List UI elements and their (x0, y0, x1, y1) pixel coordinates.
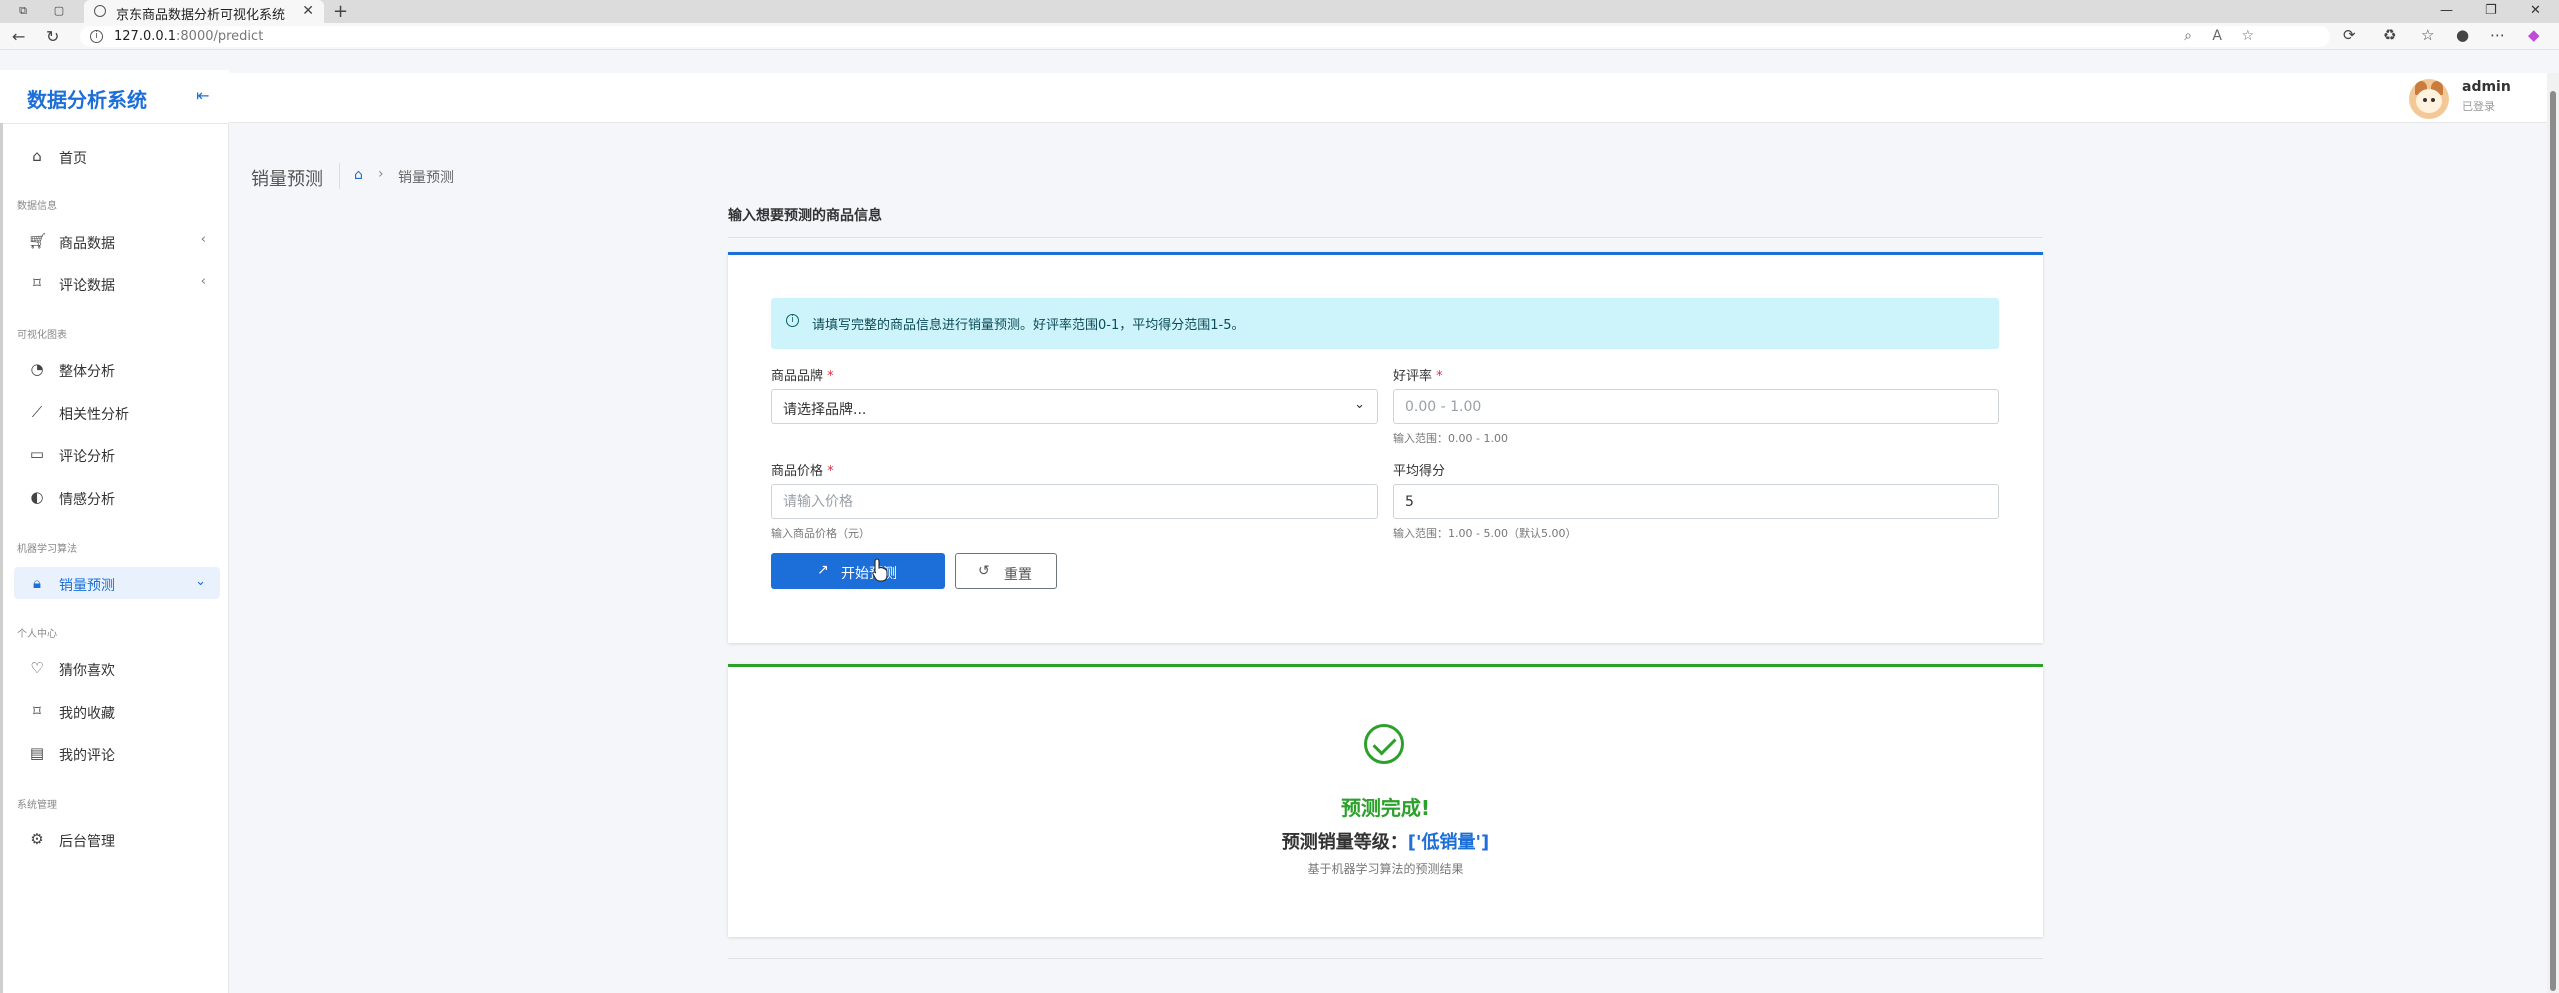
form-heading: 输入想要预测的商品信息 (728, 208, 882, 224)
brand-select[interactable]: 请选择品牌... ⌄ (771, 389, 1378, 424)
price-hint: 输入商品价格（元） (771, 527, 870, 540)
bookmark-icon: ⌑ (33, 274, 41, 292)
tab-actions-icon[interactable]: ▢ (52, 4, 66, 18)
chevron-down-icon: ⌄ (195, 574, 206, 589)
sidebar-item-product-data[interactable]: 🛒︎ 商品数据 ‹ (14, 225, 220, 257)
avatar[interactable] (2409, 79, 2449, 119)
chevron-down-icon: ⌄ (1354, 397, 1365, 412)
section-data-info: 数据信息 (17, 201, 57, 212)
workspaces-icon[interactable]: ⧉ (16, 4, 30, 18)
profile-cat-icon[interactable]: ● (2456, 26, 2469, 44)
close-tab-icon[interactable]: ✕ (302, 3, 314, 19)
section-personal: 个人中心 (17, 629, 57, 640)
price-label: 商品价格 * (771, 464, 834, 479)
page-title: 销量预测 (251, 169, 323, 190)
info-alert: i 请填写完整的商品信息进行销量预测。好评率范围0-1，平均得分范围1-5。 (771, 298, 1999, 349)
sidebar-item-guess-like[interactable]: ♡ 猜你喜欢 (14, 652, 220, 684)
url-text: 127.0.0.1:8000/predict (114, 29, 264, 44)
refresh-icon[interactable]: ↻ (46, 27, 59, 46)
sidebar-item-my-reviews[interactable]: ▤ 我的评论 (14, 737, 220, 769)
gear-icon: ⚙ (30, 830, 44, 848)
sidebar-item-sales-predict[interactable]: 🔒︎ 销量预测 ⌄ (14, 567, 220, 599)
sidebar-item-correlation[interactable]: ⟋ 相关性分析 (14, 396, 220, 428)
home-icon: ⌂ (32, 147, 42, 165)
rating-hint: 输入范围：0.00 - 1.00 (1393, 432, 1508, 445)
extensions-icon[interactable]: ⟳ (2343, 26, 2356, 44)
breadcrumb-current: 销量预测 (398, 170, 454, 186)
reset-icon: ↺ (978, 563, 990, 579)
sidebar-item-review-analysis[interactable]: ▭ 评论分析 (14, 438, 220, 470)
browser-tab-bar: ⧉ ▢ 京东商品数据分析可视化系统 ✕ + — ❐ ✕ (0, 0, 2559, 23)
lock-icon: 🔒︎ (33, 574, 41, 592)
zoom-icon[interactable]: ⌕ (2184, 28, 2192, 44)
browser-tab[interactable]: 京东商品数据分析可视化系统 ✕ (84, 0, 324, 23)
rating-label: 好评率 * (1393, 369, 1443, 384)
chevron-right-icon: › (378, 166, 384, 182)
chevron-left-icon: ‹ (200, 274, 206, 289)
rating-input[interactable] (1393, 389, 1999, 424)
result-level: 预测销量等级：['低销量'] (1281, 832, 1490, 853)
prediction-form-card: i 请填写完整的商品信息进行销量预测。好评率范围0-1，平均得分范围1-5。 商… (728, 252, 2043, 643)
score-hint: 输入范围：1.00 - 5.00（默认5.00） (1393, 527, 1577, 540)
site-info-icon[interactable]: i (90, 30, 103, 43)
result-note: 基于机器学习算法的预测结果 (1307, 862, 1464, 876)
globe-icon (94, 5, 106, 17)
collapse-sidebar-icon[interactable]: ⇤ (196, 86, 209, 105)
sidebar-item-sentiment[interactable]: ◐ 情感分析 (14, 481, 220, 513)
check-circle-icon (1364, 724, 1404, 764)
url-field[interactable]: i 127.0.0.1:8000/predict ⌕ A ☆ (80, 26, 2330, 47)
result-level-value: ['低销量'] (1407, 832, 1490, 853)
restore-icon[interactable]: ❐ (2485, 3, 2497, 18)
sidebar-item-overall[interactable]: ◔ 整体分析 (14, 353, 220, 385)
line-chart-icon: ⟋ (31, 403, 43, 421)
sidebar-item-home[interactable]: ⌂ 首页 (14, 140, 220, 172)
yin-yang-icon: ◐ (30, 488, 44, 506)
browser-essentials-icon[interactable]: ♻ (2383, 26, 2396, 44)
price-input[interactable] (771, 484, 1378, 519)
favorites-icon[interactable]: ☆ (2421, 26, 2434, 44)
tab-title: 京东商品数据分析可视化系统 (116, 8, 286, 23)
bookmark-icon: ⌑ (33, 702, 41, 720)
info-icon: i (786, 314, 799, 327)
score-input[interactable] (1393, 484, 1999, 519)
chat-icon: ▭ (29, 445, 45, 463)
chevron-left-icon: ‹ (200, 232, 206, 247)
section-ml: 机器学习算法 (17, 544, 77, 555)
sidebar-item-admin[interactable]: ⚙ 后台管理 (14, 823, 220, 855)
user-status: 已登录 (2462, 100, 2495, 113)
brand-logo[interactable]: 数据分析系统 (27, 84, 147, 113)
comment-icon: ▤ (29, 744, 45, 762)
reset-button[interactable]: ↺ 重置 (955, 553, 1057, 589)
username: admin (2462, 79, 2511, 95)
heart-icon: ♡ (30, 659, 44, 677)
result-card: 预测完成! 预测销量等级：['低销量'] 基于机器学习算法的预测结果 (728, 664, 2043, 937)
favorite-star-icon[interactable]: ☆ (2241, 28, 2254, 44)
section-charts: 可视化图表 (17, 330, 67, 341)
start-predict-button[interactable]: ↗ 开始预测 (771, 553, 945, 589)
result-title: 预测完成! (1340, 796, 1431, 820)
top-header (229, 73, 2547, 123)
new-tab-icon[interactable]: + (333, 1, 348, 22)
section-system: 系统管理 (17, 800, 57, 811)
copilot-icon[interactable]: ◆ (2528, 26, 2540, 44)
palette-icon: ◔ (30, 360, 44, 378)
more-menu-icon[interactable]: ⋯ (2490, 26, 2505, 44)
score-label: 平均得分 (1393, 464, 1446, 479)
address-bar: ← ↻ i 127.0.0.1:8000/predict ⌕ A ☆ (0, 23, 2559, 50)
cart-icon: 🛒︎ (28, 232, 48, 250)
hand-cursor-icon (872, 558, 888, 582)
back-icon[interactable]: ← (12, 27, 25, 46)
trend-up-icon: ↗ (817, 562, 829, 578)
close-window-icon[interactable]: ✕ (2530, 3, 2541, 18)
brand-label: 商品品牌 * (771, 369, 834, 384)
sidebar (0, 70, 229, 993)
minimize-icon[interactable]: — (2440, 3, 2453, 18)
page-scrollbar[interactable] (2547, 73, 2559, 993)
breadcrumb-home-icon[interactable]: ⌂ (354, 167, 363, 183)
read-aloud-icon[interactable]: A (2212, 28, 2222, 44)
sidebar-item-favorites[interactable]: ⌑ 我的收藏 (14, 695, 220, 727)
sidebar-item-review-data[interactable]: ⌑ 评论数据 ‹ (14, 267, 220, 299)
